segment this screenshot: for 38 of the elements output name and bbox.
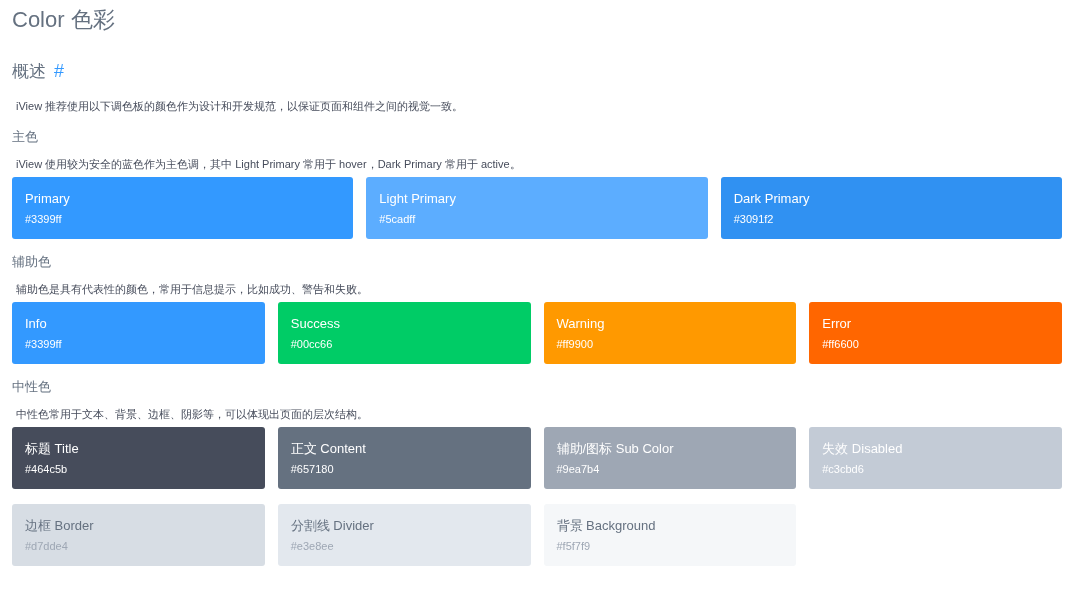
color-hex: #ff6600 xyxy=(822,337,859,351)
subsection-heading: 辅助色 xyxy=(12,253,52,271)
description-text: iView 推荐使用以下调色板的颜色作为设计和开发规范，以保证页面和组件之间的视觉一致。 xyxy=(16,99,465,114)
color-name: 边框 Border xyxy=(25,517,94,535)
color-hex: #9ea7b4 xyxy=(556,462,600,476)
color-hex: #464c5b xyxy=(25,462,68,476)
anchor-link[interactable]: # xyxy=(54,60,64,82)
color-hex: #3091f2 xyxy=(733,212,774,226)
color-name: Dark Primary xyxy=(733,190,810,208)
description-text: iView 使用较为安全的蓝色作为主色调，其中 Light Primary 常用于 hover，Dark Primary 常用于 active。 xyxy=(16,157,522,172)
color-hex: #657180 xyxy=(290,462,334,476)
color-name: 正文 Content xyxy=(290,440,366,458)
subsection-heading: 中性色 xyxy=(12,378,52,396)
color-name: 标题 Title xyxy=(25,440,79,458)
section-heading: 概述 xyxy=(12,60,46,83)
color-hex: #ff9900 xyxy=(556,337,593,351)
color-name: Light Primary xyxy=(379,190,456,208)
color-hex: #d7dde4 xyxy=(25,539,68,553)
color-hex: #e3e8ee xyxy=(290,539,334,553)
color-name: 分割线 Divider xyxy=(290,517,374,535)
color-name: Primary xyxy=(25,190,70,208)
color-hex: #c3cbd6 xyxy=(822,462,864,476)
color-hex: #f5f7f9 xyxy=(556,539,591,553)
color-hex: #3399ff xyxy=(25,212,62,226)
color-hex: #3399ff xyxy=(25,337,62,351)
color-hex: #00cc66 xyxy=(290,337,333,351)
color-name: Success xyxy=(290,315,340,333)
description-text: 辅助色是具有代表性的颜色，常用于信息提示，比如成功、警告和失败。 xyxy=(16,282,369,297)
page-title: Color 色彩 xyxy=(12,6,116,34)
color-name: 背景 Background xyxy=(556,517,656,535)
color-name: Error xyxy=(822,315,852,333)
color-name: 失效 Disabled xyxy=(822,440,903,458)
subsection-heading: 主色 xyxy=(12,128,39,146)
color-name: Info xyxy=(25,315,47,333)
color-name: 辅助/图标 Sub Color xyxy=(556,440,674,458)
color-name: Warning xyxy=(556,315,605,333)
color-hex: #5cadff xyxy=(379,212,416,226)
description-text: 中性色常用于文本、背景、边框、阴影等，可以体现出页面的层次结构。 xyxy=(16,407,369,422)
